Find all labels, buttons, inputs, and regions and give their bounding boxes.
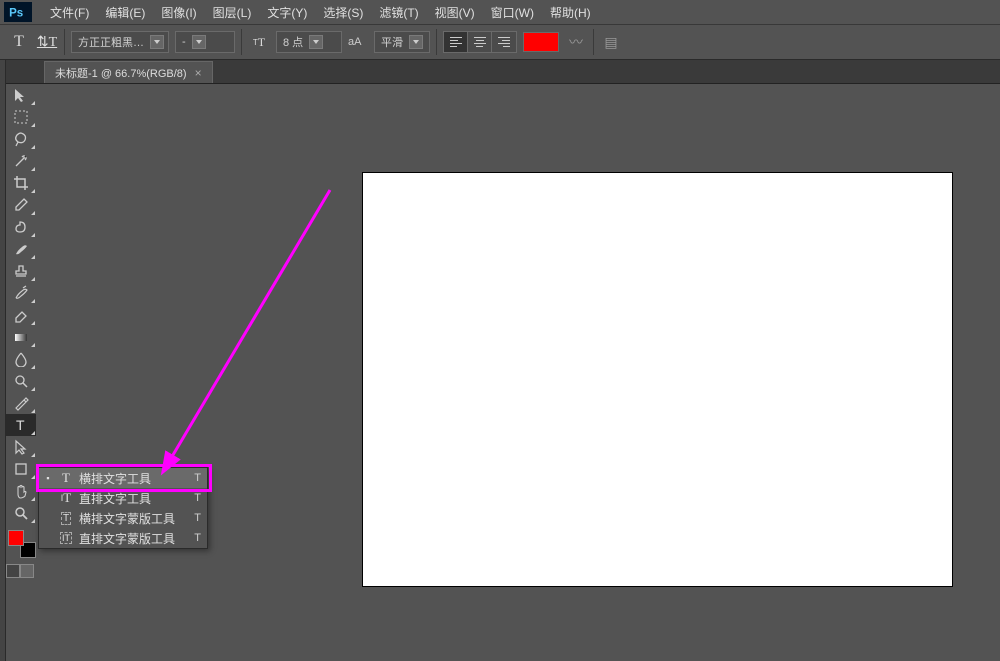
flyout-item[interactable]: ▪ T 横排文字工具 T — [39, 468, 207, 488]
flyout-item-label: 横排文字工具 — [79, 470, 181, 487]
flyout-item-label: 横排文字蒙版工具 — [79, 510, 181, 527]
menu-item[interactable]: 窗口(W) — [483, 1, 542, 24]
dropdown-arrow-icon — [192, 35, 206, 49]
font-size-value: 8 点 — [283, 34, 303, 50]
dropdown-arrow-icon — [309, 35, 323, 49]
flyout-item-label: 直排文字工具 — [79, 490, 181, 507]
divider — [64, 29, 65, 55]
flyout-item-icon: IT — [59, 491, 73, 505]
text-orientation-button[interactable]: ⇅T — [36, 31, 58, 53]
brush-tool[interactable] — [6, 238, 36, 260]
flyout-item-shortcut: T — [187, 512, 201, 524]
flyout-item-shortcut: T — [187, 532, 201, 544]
align-center-button[interactable] — [468, 32, 492, 52]
zoom-tool[interactable] — [6, 502, 36, 524]
document-tab[interactable]: 未标题-1 @ 66.7%(RGB/8) × — [44, 61, 213, 83]
divider — [593, 29, 594, 55]
history-brush-tool[interactable] — [6, 282, 36, 304]
close-tab-button[interactable]: × — [195, 66, 202, 80]
divider — [436, 29, 437, 55]
toolbox: T — [6, 84, 36, 578]
document-tab-label: 未标题-1 @ 66.7%(RGB/8) — [55, 65, 187, 81]
text-align-group — [443, 31, 517, 53]
menu-item[interactable]: 编辑(E) — [97, 1, 153, 24]
font-style-value: - — [182, 36, 186, 48]
type-tool-flyout: ▪T横排文字工具TIT直排文字工具TT横排文字蒙版工具TIT直排文字蒙版工具T — [38, 467, 208, 549]
flyout-item-shortcut: T — [187, 472, 201, 484]
dodge-tool[interactable] — [6, 370, 36, 392]
menu-item[interactable]: 图像(I) — [153, 1, 204, 24]
antialias-value: 平滑 — [381, 34, 403, 50]
flyout-item-icon: T — [59, 471, 73, 485]
magic-wand-tool[interactable] — [6, 150, 36, 172]
eyedropper-tool[interactable] — [6, 194, 36, 216]
menu-item[interactable]: 选择(S) — [315, 1, 371, 24]
document-canvas[interactable] — [363, 173, 952, 586]
font-family-value: 方正正粗黑… — [78, 34, 144, 50]
options-bar: T ⇅T 方正正粗黑… - TT 8 点 aA 平滑 〰 ▤ — [0, 24, 1000, 60]
text-color-swatch[interactable] — [523, 32, 559, 52]
menu-item[interactable]: 视图(V) — [427, 1, 483, 24]
flyout-item-icon: T — [59, 511, 73, 525]
document-tab-bar: 未标题-1 @ 66.7%(RGB/8) × — [0, 60, 1000, 84]
antialias-dropdown[interactable]: 平滑 — [374, 31, 430, 53]
toggle-panels-button[interactable]: ▤ — [600, 32, 622, 52]
divider — [241, 29, 242, 55]
menu-bar: Ps 文件(F)编辑(E)图像(I)图层(L)文字(Y)选择(S)滤镜(T)视图… — [0, 0, 1000, 24]
shape-tool[interactable] — [6, 458, 36, 480]
marquee-tool[interactable] — [6, 106, 36, 128]
svg-text:T: T — [16, 417, 25, 433]
type-tool[interactable]: T — [6, 414, 36, 436]
font-family-dropdown[interactable]: 方正正粗黑… — [71, 31, 169, 53]
flyout-item-label: 直排文字蒙版工具 — [79, 530, 181, 547]
antialias-icon: aA — [348, 36, 368, 48]
font-style-dropdown[interactable]: - — [175, 31, 235, 53]
svg-text:Ps: Ps — [9, 7, 23, 19]
gradient-tool[interactable] — [6, 326, 36, 348]
color-picker[interactable] — [8, 530, 36, 558]
flyout-item-icon: IT — [59, 531, 73, 545]
align-right-button[interactable] — [492, 32, 516, 52]
ps-logo-icon: Ps — [4, 2, 32, 22]
dropdown-arrow-icon — [409, 35, 423, 49]
flyout-item[interactable]: T 横排文字蒙版工具 T — [39, 508, 207, 528]
flyout-item-shortcut: T — [187, 492, 201, 504]
flyout-item[interactable]: IT 直排文字蒙版工具 T — [39, 528, 207, 548]
quick-mask-toggle[interactable] — [6, 564, 36, 578]
type-tool-icon: T — [8, 31, 30, 53]
selected-indicator: ▪ — [43, 473, 53, 483]
menu-item[interactable]: 帮助(H) — [542, 1, 599, 24]
eraser-tool[interactable] — [6, 304, 36, 326]
hand-tool[interactable] — [6, 480, 36, 502]
blur-tool[interactable] — [6, 348, 36, 370]
annotation-arrow — [150, 180, 350, 480]
menu-item[interactable]: 文字(Y) — [259, 1, 315, 24]
flyout-item[interactable]: IT 直排文字工具 T — [39, 488, 207, 508]
pen-tool[interactable] — [6, 392, 36, 414]
align-left-button[interactable] — [444, 32, 468, 52]
menu-item[interactable]: 文件(F) — [42, 1, 97, 24]
menu-item[interactable]: 图层(L) — [205, 1, 260, 24]
warp-text-button[interactable]: 〰 — [565, 32, 587, 52]
font-size-dropdown[interactable]: 8 点 — [276, 31, 342, 53]
path-select-tool[interactable] — [6, 436, 36, 458]
move-tool[interactable] — [6, 84, 36, 106]
dropdown-arrow-icon — [150, 35, 164, 49]
crop-tool[interactable] — [6, 172, 36, 194]
lasso-tool[interactable] — [6, 128, 36, 150]
healing-brush-tool[interactable] — [6, 216, 36, 238]
menu-item[interactable]: 滤镜(T) — [371, 1, 426, 24]
font-size-icon: TT — [248, 31, 270, 53]
stamp-tool[interactable] — [6, 260, 36, 282]
